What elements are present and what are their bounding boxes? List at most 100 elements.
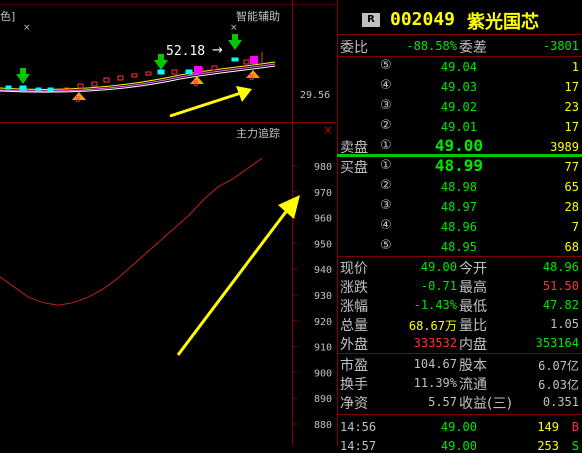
level-index: ⑤ <box>380 58 392 73</box>
sell-price[interactable]: 49.01 <box>427 120 477 134</box>
y-tick-label: 920 <box>314 317 332 328</box>
level-index: ① <box>380 138 392 153</box>
tick-volume: 253 <box>537 439 559 453</box>
level-index: ② <box>380 118 392 133</box>
buy-price[interactable]: 48.99 <box>417 156 483 175</box>
y-tick-label: 880 <box>314 420 332 431</box>
stat-label: 最高 <box>459 280 487 296</box>
stat-label: 涨幅 <box>340 299 368 315</box>
stat-value: 49.00 <box>420 260 457 274</box>
separator <box>337 353 582 354</box>
stock-name: 紫光国芯 <box>467 12 539 33</box>
buy-volume: 7 <box>571 220 579 234</box>
level-index: ⑤ <box>380 238 392 253</box>
level-index: ① <box>380 158 392 173</box>
stat-label: 涨跌 <box>340 280 368 296</box>
stat-value: 51.50 <box>542 279 579 293</box>
y-tick-label: 960 <box>314 214 332 225</box>
sell-price[interactable]: 49.03 <box>427 80 477 94</box>
weibi-value: -88.58% <box>406 39 457 53</box>
tick-side: B <box>571 420 579 434</box>
stat-label: 总量 <box>340 318 368 334</box>
weicha-value: -3801 <box>542 39 579 53</box>
stat-label: 今开 <box>459 261 487 277</box>
separator <box>337 414 582 415</box>
buy-volume: 28 <box>564 200 579 214</box>
y-tick-label: 890 <box>314 394 332 405</box>
stat-value: 68.67万 <box>408 319 457 333</box>
weibi-label: 委比 <box>340 40 368 56</box>
price-axis-label: 29.56 <box>300 90 331 101</box>
tick-time: 14:57 <box>340 439 377 453</box>
stat-value: 333532 <box>413 336 457 350</box>
sell-price[interactable]: 49.00 <box>417 136 483 155</box>
buy-price[interactable]: 48.95 <box>427 240 477 254</box>
fund-label: 收益(三) <box>459 396 512 412</box>
y-tick-label: 930 <box>314 291 332 302</box>
buy-marker: B <box>75 95 81 104</box>
fund-value: 6.03亿 <box>538 378 579 392</box>
fund-label: 流通 <box>459 377 487 393</box>
level-index: ② <box>380 178 392 193</box>
buy-label: 买盘 <box>340 160 368 176</box>
fund-value: 104.67 <box>413 357 457 371</box>
fund-label: 股本 <box>459 358 487 374</box>
separator <box>337 256 582 257</box>
level-index: ③ <box>380 98 392 113</box>
smart-assist-panel: 色] 智能辅助 29.56 × × 52.18 → B B B <box>0 0 336 123</box>
fund-value: 11.39% <box>413 376 457 390</box>
fund-value: 6.07亿 <box>538 359 579 373</box>
sell-volume: 23 <box>564 100 579 114</box>
stock-code: 002049 <box>390 9 456 30</box>
sell-volume: 17 <box>564 120 579 134</box>
tick-side: S <box>571 439 579 453</box>
stat-label: 现价 <box>340 261 368 277</box>
buy-price[interactable]: 48.98 <box>427 180 477 194</box>
separator <box>337 34 582 35</box>
buy-volume: 65 <box>564 180 579 194</box>
fund-label: 换手 <box>340 377 368 393</box>
buy-volume: 68 <box>564 240 579 254</box>
axis-divider <box>292 0 293 123</box>
stat-value: 47.82 <box>542 298 579 312</box>
fund-label: 市盈 <box>340 358 368 374</box>
annotation-arrow <box>169 86 252 118</box>
stat-value: 48.96 <box>542 260 579 274</box>
y-tick-label: 940 <box>314 265 332 276</box>
sell-volume: 1 <box>571 60 579 74</box>
annotation-arrow <box>176 195 300 356</box>
stat-label: 最低 <box>459 299 487 315</box>
tick-volume: 149 <box>537 420 559 434</box>
stat-value: 353164 <box>535 336 579 350</box>
fund-value: 5.57 <box>428 395 457 409</box>
price-callout-arrow: → <box>212 43 223 58</box>
svg-text:×: × <box>230 23 238 33</box>
buy-price[interactable]: 48.96 <box>427 220 477 234</box>
stat-label: 内盘 <box>459 337 487 353</box>
svg-text:×: × <box>23 23 31 33</box>
y-tick-label: 910 <box>314 343 332 354</box>
stat-label: 量比 <box>459 318 487 334</box>
y-tick-label: 970 <box>314 188 332 199</box>
y-tick-label: 950 <box>314 239 332 250</box>
level-index: ④ <box>380 78 392 93</box>
stat-value: -0.71 <box>420 279 457 293</box>
stat-value: 1.05 <box>550 317 579 331</box>
sell-price[interactable]: 49.04 <box>427 60 477 74</box>
sell-volume: 3989 <box>550 140 579 154</box>
sell-price[interactable]: 49.02 <box>427 100 477 114</box>
price-callout: 52.18 <box>166 44 206 59</box>
y-tick-label: 980 <box>314 162 332 173</box>
main-force-panel: 主力追踪 × 980 970 960 950 940 930 920 910 900 890 880 <box>0 123 336 446</box>
panel-border <box>337 0 338 446</box>
level-index: ④ <box>380 218 392 233</box>
stat-label: 外盘 <box>340 337 368 353</box>
buy-price[interactable]: 48.97 <box>427 200 477 214</box>
quote-panel: R 002049 紫光国芯 委比 -88.58% 委差 -3801 ⑤ 49.0… <box>337 0 582 453</box>
tick-price: 49.00 <box>440 420 477 434</box>
weicha-label: 委差 <box>459 40 487 56</box>
stat-value: -1.43% <box>413 298 457 312</box>
tick-price: 49.00 <box>440 439 477 453</box>
y-tick-label: 900 <box>314 368 332 379</box>
sell-volume: 17 <box>564 80 579 94</box>
